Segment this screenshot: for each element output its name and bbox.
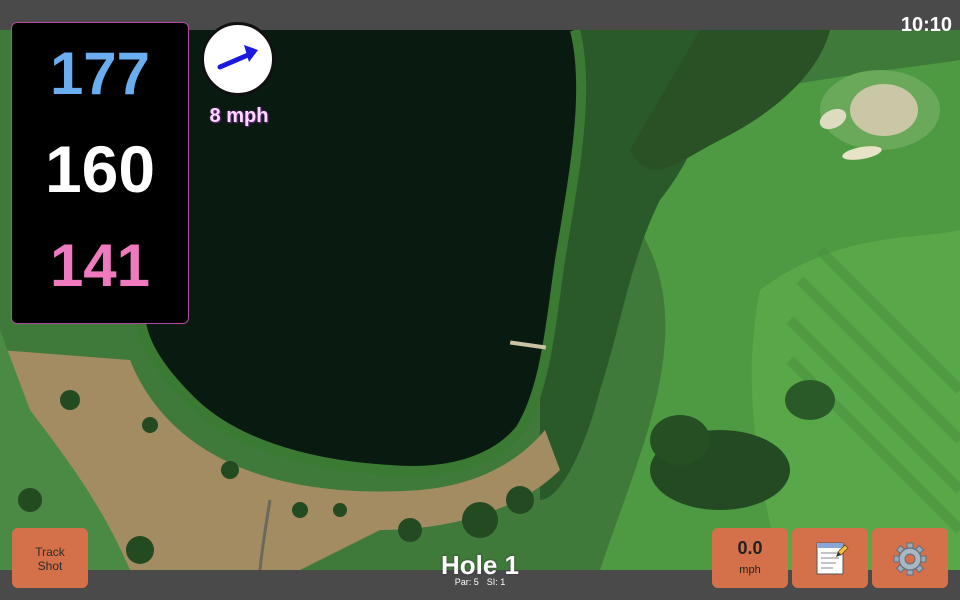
distance-back: 177 [49, 40, 151, 107]
clock: 10:10 [900, 14, 952, 36]
notepad-icon [816, 542, 849, 575]
wind-speed: 8 mph [209, 105, 269, 127]
hole-par: Par: 5 [454, 577, 479, 587]
wind-arrow-icon [217, 45, 258, 70]
distance-center: 160 [44, 132, 156, 206]
distance-panel: 177 160 141 [11, 22, 189, 324]
settings-button[interactable] [872, 528, 948, 588]
gear-icon [893, 542, 927, 576]
wind-indicator [201, 22, 275, 96]
speed-unit: mph [739, 564, 761, 576]
track-shot-label: Track Shot [35, 545, 65, 573]
notes-button[interactable] [792, 528, 868, 588]
speed-value: 0.0 [737, 538, 763, 558]
hole-info: Par: 5 SI: 1 [380, 577, 580, 587]
track-shot-button[interactable]: Track Shot [12, 528, 88, 588]
hole-stroke-index: SI: 1 [486, 577, 506, 587]
distance-front: 141 [49, 232, 151, 299]
speed-button[interactable]: 0.0 mph [712, 528, 788, 588]
